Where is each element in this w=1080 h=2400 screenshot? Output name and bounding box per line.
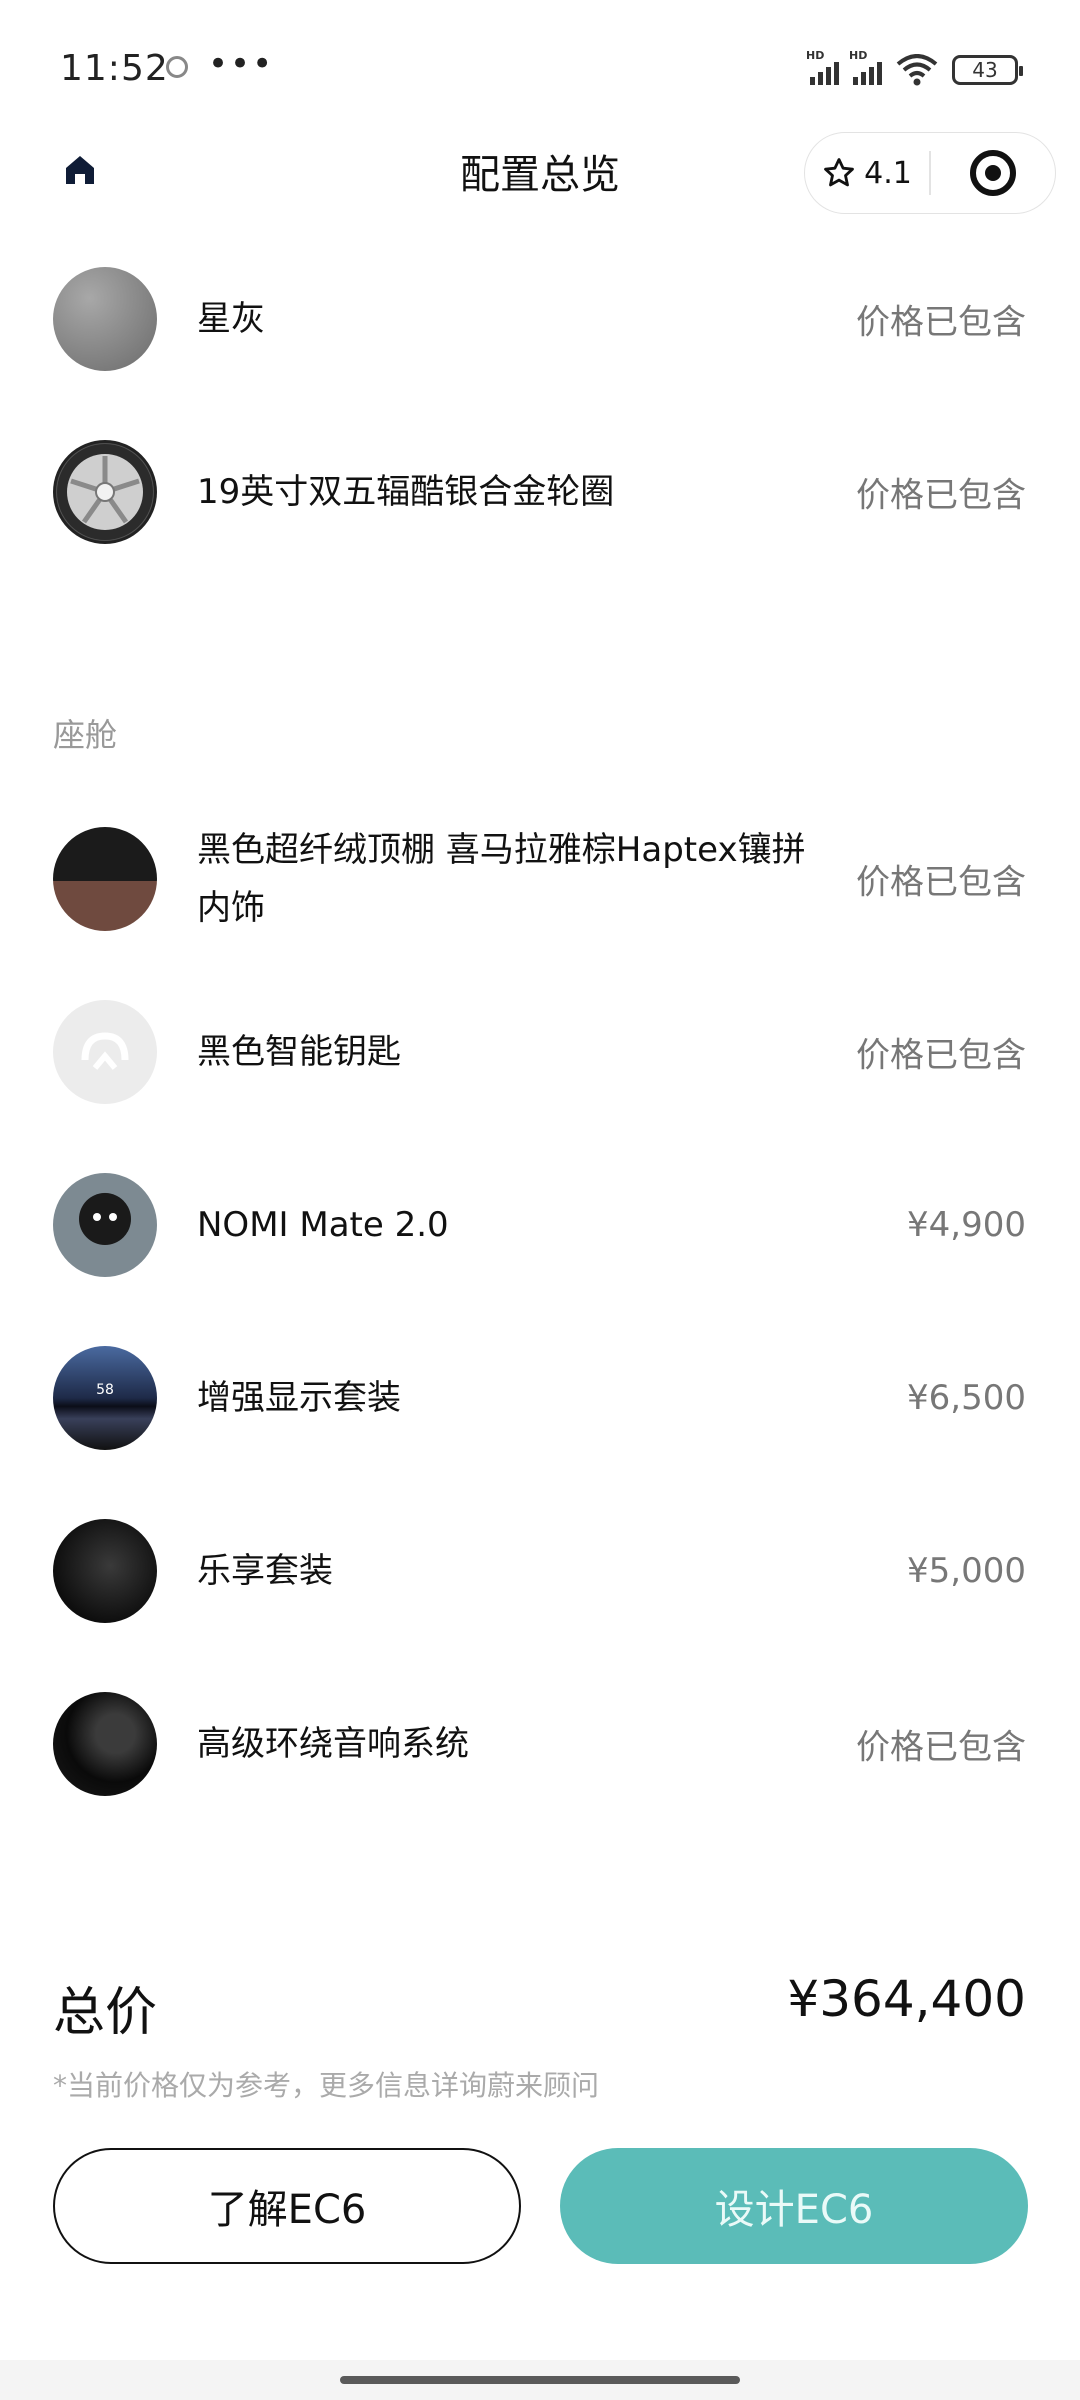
learn-ec6-button[interactable]: 了解EC6: [53, 2148, 521, 2264]
item-label: 乐享套装: [197, 1551, 333, 1591]
item-price: 价格已包含: [856, 1727, 1026, 1768]
rating-button[interactable]: 4.1: [805, 133, 929, 213]
rating-value: 4.1: [864, 155, 912, 191]
list-item[interactable]: 乐享套装 ¥5,000: [0, 1496, 1080, 1646]
hud-speed: 58: [96, 1382, 114, 1398]
color-swatch-gray: [53, 267, 157, 371]
mini-program-capsule: 4.1: [804, 132, 1056, 214]
list-item[interactable]: 高级环绕音响系统 价格已包含: [0, 1669, 1080, 1819]
speaker-image: [53, 1692, 157, 1796]
notification-icon: [166, 56, 188, 78]
close-miniprogram-button[interactable]: [931, 133, 1056, 213]
more-notifications-icon: •••: [208, 44, 275, 84]
hud-image: 58: [53, 1346, 157, 1450]
cellular-signal-icon-2: HD: [849, 49, 882, 85]
item-label: 黑色超纤绒顶棚 喜马拉雅棕Haptex镶拼内饰: [197, 830, 806, 928]
header: 配置总览 4.1: [0, 130, 1080, 240]
nomi-image: [53, 1173, 157, 1277]
item-price: ¥6,500: [907, 1378, 1026, 1418]
wheel-image: [53, 440, 157, 544]
seat-image: [53, 1519, 157, 1623]
total-value: ¥364,400: [787, 1970, 1026, 2028]
target-icon: [969, 150, 1016, 196]
item-label: 星灰: [197, 299, 265, 339]
list-item[interactable]: 黑色超纤绒顶棚 喜马拉雅棕Haptex镶拼内饰 价格已包含: [0, 804, 1080, 954]
wifi-icon: [896, 54, 938, 86]
interior-image: [53, 827, 157, 931]
item-price: ¥4,900: [907, 1205, 1026, 1245]
list-item[interactable]: NOMI Mate 2.0 ¥4,900: [0, 1150, 1080, 1300]
item-label: 19英寸双五辐酷银合金轮圈: [197, 472, 615, 512]
total-label: 总价: [53, 1983, 158, 2043]
battery-icon: 43: [952, 55, 1023, 85]
item-label: 增强显示套装: [197, 1378, 401, 1418]
status-bar: 11:52 ••• HD HD 43: [0, 0, 1080, 130]
item-price: 价格已包含: [856, 1035, 1026, 1076]
item-label: NOMI Mate 2.0: [197, 1205, 449, 1245]
home-indicator[interactable]: [340, 2376, 740, 2384]
list-item[interactable]: 58 增强显示套装 ¥6,500: [0, 1323, 1080, 1473]
list-item[interactable]: 黑色智能钥匙 价格已包含: [0, 977, 1080, 1127]
star-icon: [824, 158, 855, 187]
battery-level: 43: [972, 58, 998, 82]
item-price: 价格已包含: [856, 475, 1026, 516]
design-ec6-button[interactable]: 设计EC6: [560, 2148, 1028, 2264]
key-logo-icon: [53, 1000, 157, 1104]
list-item[interactable]: 星灰 价格已包含: [0, 244, 1080, 394]
list-item[interactable]: 19英寸双五辐酷银合金轮圈 价格已包含: [0, 417, 1080, 567]
status-time: 11:52: [60, 48, 169, 89]
item-label: 黑色智能钥匙: [197, 1032, 401, 1072]
section-title-cabin: 座舱: [53, 716, 118, 754]
item-price: 价格已包含: [856, 862, 1026, 903]
item-label: 高级环绕音响系统: [197, 1724, 469, 1764]
price-disclaimer: *当前价格仅为参考，更多信息详询蔚来顾问: [53, 2069, 600, 2102]
item-price: 价格已包含: [856, 302, 1026, 343]
item-price: ¥5,000: [907, 1551, 1026, 1591]
cellular-signal-icon: HD: [806, 49, 839, 85]
